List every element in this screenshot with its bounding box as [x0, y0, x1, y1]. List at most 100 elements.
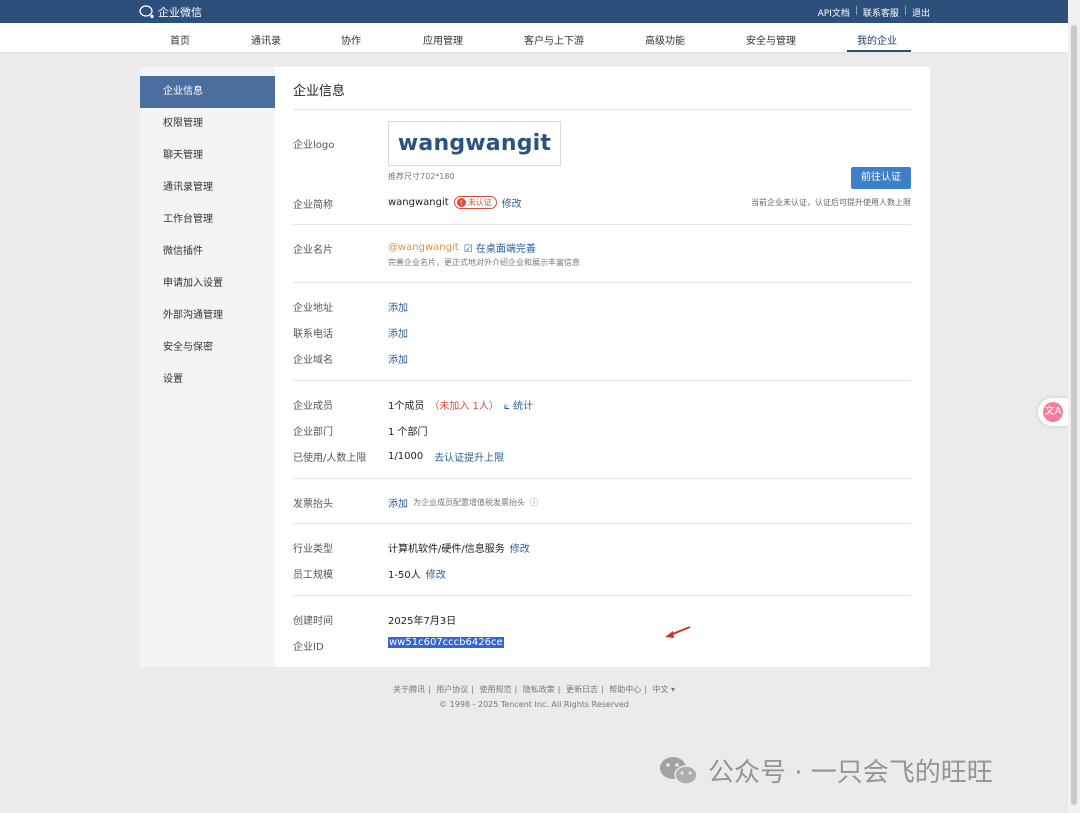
- add-domain-link[interactable]: 添加: [388, 351, 408, 366]
- created-label: 创建时间: [293, 616, 333, 627]
- language-select[interactable]: 中文 ▾: [652, 685, 675, 694]
- logout-link[interactable]: 退出: [912, 6, 930, 19]
- nav-collaboration[interactable]: 协作: [341, 32, 361, 47]
- short-name-label: 企业简称: [293, 200, 333, 211]
- translate-float-button[interactable]: 文A: [1038, 398, 1068, 426]
- members-value: 1个成员: [388, 401, 425, 412]
- sidebar-item-settings[interactable]: 设置: [140, 364, 275, 396]
- members-stats-link[interactable]: ⟀ 统计: [504, 397, 533, 412]
- scrollbar-thumb[interactable]: [1071, 25, 1077, 805]
- wechat-icon: [660, 756, 698, 785]
- main-card: 企业信息 权限管理 聊天管理 通讯录管理 工作台管理 微信插件 申请加入设置 外…: [140, 67, 930, 667]
- sidebar-item-wechat-plugin[interactable]: 微信插件: [140, 236, 275, 268]
- divider: [293, 109, 911, 110]
- sidebar-item-company-info[interactable]: 企业信息: [140, 76, 275, 108]
- nav-home[interactable]: 首页: [170, 32, 190, 47]
- verify-button[interactable]: 前往认证: [851, 167, 911, 189]
- created-value: 2025年7月3日: [388, 616, 457, 627]
- active-tab-indicator: [847, 50, 911, 52]
- divider: [293, 523, 911, 524]
- staff-value: 1-50人: [388, 570, 421, 581]
- footer-changelog[interactable]: 更新日志: [566, 685, 598, 694]
- card-row: @wangwangit ☑ 在桌面端完善: [388, 240, 536, 255]
- company-logo[interactable]: wangwangit: [388, 121, 561, 166]
- brand[interactable]: 企业微信: [139, 4, 202, 20]
- copyright: © 1998 - 2025 Tencent Inc. All Rights Re…: [439, 700, 629, 709]
- sidebar-item-permissions[interactable]: 权限管理: [140, 108, 275, 140]
- logo-text: wangwangit: [397, 131, 552, 156]
- edit-staff-link[interactable]: 修改: [426, 566, 446, 581]
- red-arrow-annotation-icon: [665, 626, 691, 638]
- warning-icon: !: [456, 198, 466, 207]
- short-name-row: wangwangit ! 未认证 修改: [388, 195, 522, 210]
- translate-icon: 文A: [1043, 402, 1063, 422]
- phone-label: 联系电话: [293, 329, 333, 340]
- sidebar-item-contacts[interactable]: 通讯录管理: [140, 172, 275, 204]
- limit-row: 1/1000 去认证提升上限: [388, 449, 504, 464]
- sidebar-item-external[interactable]: 外部沟通管理: [140, 300, 275, 332]
- upgrade-limit-link[interactable]: 去认证提升上限: [434, 449, 504, 464]
- brand-name: 企业微信: [158, 6, 202, 19]
- domain-label: 企业域名: [293, 355, 333, 366]
- footer-usage[interactable]: 使用规范: [479, 685, 511, 694]
- footer-about[interactable]: 关于腾讯: [393, 685, 425, 694]
- invoice-row: 添加 为企业成员配置增值税发票抬头 ⓘ: [388, 495, 538, 510]
- divider: [293, 380, 911, 381]
- limit-label: 已使用/人数上限: [293, 453, 367, 464]
- nav-apps[interactable]: 应用管理: [423, 32, 463, 47]
- nav-my-company[interactable]: 我的企业: [857, 32, 897, 47]
- card-label: 企业名片: [293, 245, 333, 256]
- industry-value: 计算机软件/硬件/信息服务: [388, 544, 505, 555]
- add-invoice-link[interactable]: 添加: [388, 495, 408, 510]
- edit-industry-link[interactable]: 修改: [510, 540, 530, 555]
- unverified-badge: ! 未认证: [453, 196, 497, 209]
- logo-size-hint: 推荐尺寸702*180: [388, 172, 455, 181]
- complete-on-desktop-text: 在桌面端完善: [475, 244, 536, 255]
- sidebar-item-join-settings[interactable]: 申请加入设置: [140, 268, 275, 300]
- card-handle: @wangwangit: [388, 242, 459, 253]
- add-phone-link[interactable]: 添加: [388, 325, 408, 340]
- scrollbar[interactable]: [1068, 0, 1080, 813]
- edit-short-name-link[interactable]: 修改: [502, 195, 522, 210]
- nav-contacts[interactable]: 通讯录: [251, 32, 281, 47]
- sidebar-item-chat[interactable]: 聊天管理: [140, 140, 275, 172]
- separator: |: [903, 6, 907, 16]
- nav-advanced[interactable]: 高级功能: [645, 32, 685, 47]
- footer-privacy[interactable]: 隐私政策: [523, 685, 555, 694]
- industry-label: 行业类型: [293, 544, 333, 555]
- members-row: 1个成员 （未加入 1人） ⟀ 统计: [388, 397, 533, 412]
- sidebar: 企业信息 权限管理 聊天管理 通讯录管理 工作台管理 微信插件 申请加入设置 外…: [140, 67, 275, 667]
- separator: |: [854, 6, 858, 16]
- contact-support-link[interactable]: 联系客服: [863, 6, 899, 19]
- top-bar: 企业微信 API文档 | 联系客服 | 退出: [0, 0, 1080, 23]
- address-label: 企业地址: [293, 303, 333, 314]
- members-label: 企业成员: [293, 401, 333, 412]
- watermark-text: 公众号 · 一只会飞的旺旺: [708, 758, 993, 788]
- watermark: 公众号 · 一只会飞的旺旺: [658, 752, 993, 789]
- nav-security[interactable]: 安全与管理: [746, 32, 796, 47]
- logo-label: 企业logo: [293, 140, 335, 151]
- nav-customers[interactable]: 客户与上下游: [524, 32, 584, 47]
- divider: [293, 595, 911, 596]
- page-title: 企业信息: [293, 84, 346, 99]
- complete-on-desktop-link[interactable]: ☑ 在桌面端完善: [464, 240, 536, 255]
- limit-value: 1/1000: [388, 451, 424, 462]
- chart-icon: ⟀: [503, 401, 510, 412]
- footer-help[interactable]: 帮助中心: [609, 685, 641, 694]
- wecom-logo-icon: [139, 5, 154, 19]
- info-icon[interactable]: ⓘ: [530, 497, 538, 508]
- sidebar-item-workbench[interactable]: 工作台管理: [140, 204, 275, 236]
- staff-row: 1-50人 修改: [388, 566, 446, 581]
- industry-row: 计算机软件/硬件/信息服务 修改: [388, 540, 530, 555]
- footer-links: 关于腾讯 | 用户协议 | 使用规范 | 隐私政策 | 更新日志 | 帮助中心 | 中文 ▾: [392, 685, 676, 694]
- edit-icon: ☑: [463, 244, 473, 255]
- corp-id-label: 企业ID: [293, 642, 324, 653]
- sidebar-item-security[interactable]: 安全与保密: [140, 332, 275, 364]
- add-address-link[interactable]: 添加: [388, 299, 408, 314]
- departments-value: 1 个部门: [388, 427, 428, 438]
- departments-label: 企业部门: [293, 427, 333, 438]
- corp-id-value[interactable]: ww51c607cccb6426ce: [388, 637, 504, 648]
- footer-terms[interactable]: 用户协议: [436, 685, 468, 694]
- badge-text: 未认证: [467, 198, 492, 207]
- api-docs-link[interactable]: API文档: [818, 6, 850, 19]
